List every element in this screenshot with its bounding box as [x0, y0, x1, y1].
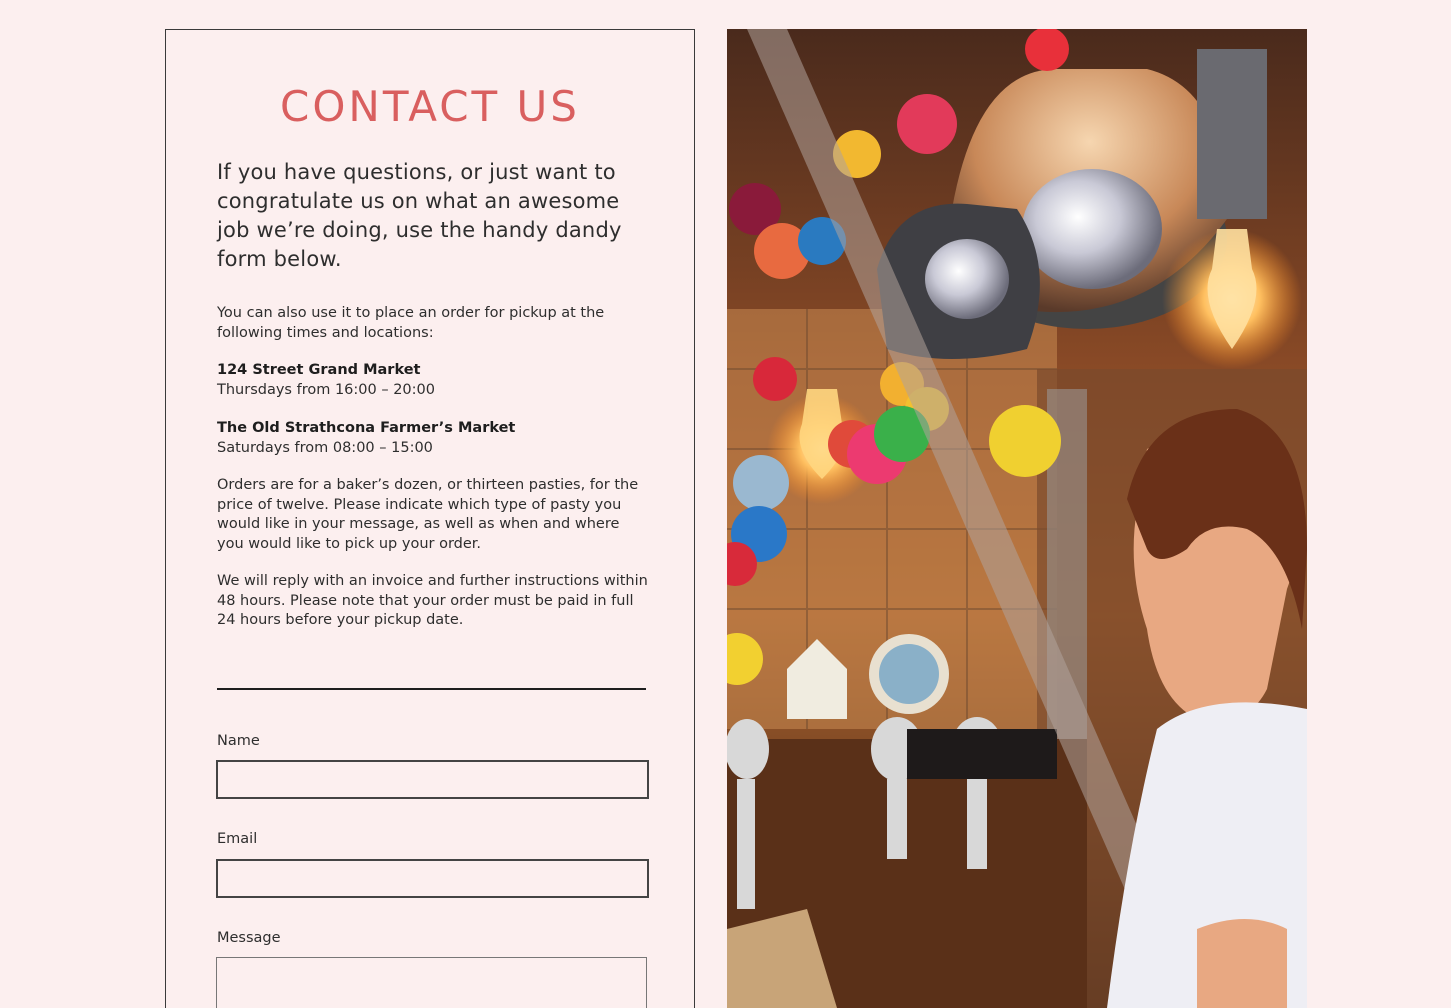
email-label: Email	[217, 831, 258, 847]
location-name: 124 Street Grand Market	[217, 362, 421, 378]
location-1: 124 Street Grand Market Thursdays from 1…	[217, 361, 649, 400]
contact-card: CONTACT US If you have questions, or jus…	[165, 29, 695, 1008]
message-label: Message	[217, 930, 281, 946]
order-info-text: You can also use it to place an order fo…	[217, 305, 605, 341]
intro-text: If you have questions, or just want to c…	[217, 160, 622, 271]
name-label: Name	[217, 733, 260, 749]
divider	[217, 688, 646, 690]
location-time: Thursdays from 16:00 – 20:00	[217, 381, 435, 398]
email-field[interactable]	[216, 859, 649, 898]
location-2: The Old Strathcona Farmer’s Market Satur…	[217, 419, 649, 458]
market-photo	[727, 29, 1307, 1008]
location-name: The Old Strathcona Farmer’s Market	[217, 420, 516, 436]
orders-note-text: Orders are for a baker’s dozen, or thirt…	[217, 477, 639, 552]
name-field[interactable]	[216, 760, 649, 799]
message-field[interactable]	[216, 957, 647, 1008]
reply-note-text: We will reply with an invoice and furthe…	[217, 573, 648, 628]
location-time: Saturdays from 08:00 – 15:00	[217, 439, 433, 456]
page-title: CONTACT US	[280, 82, 580, 131]
market-photo-illustration	[727, 29, 1307, 1008]
